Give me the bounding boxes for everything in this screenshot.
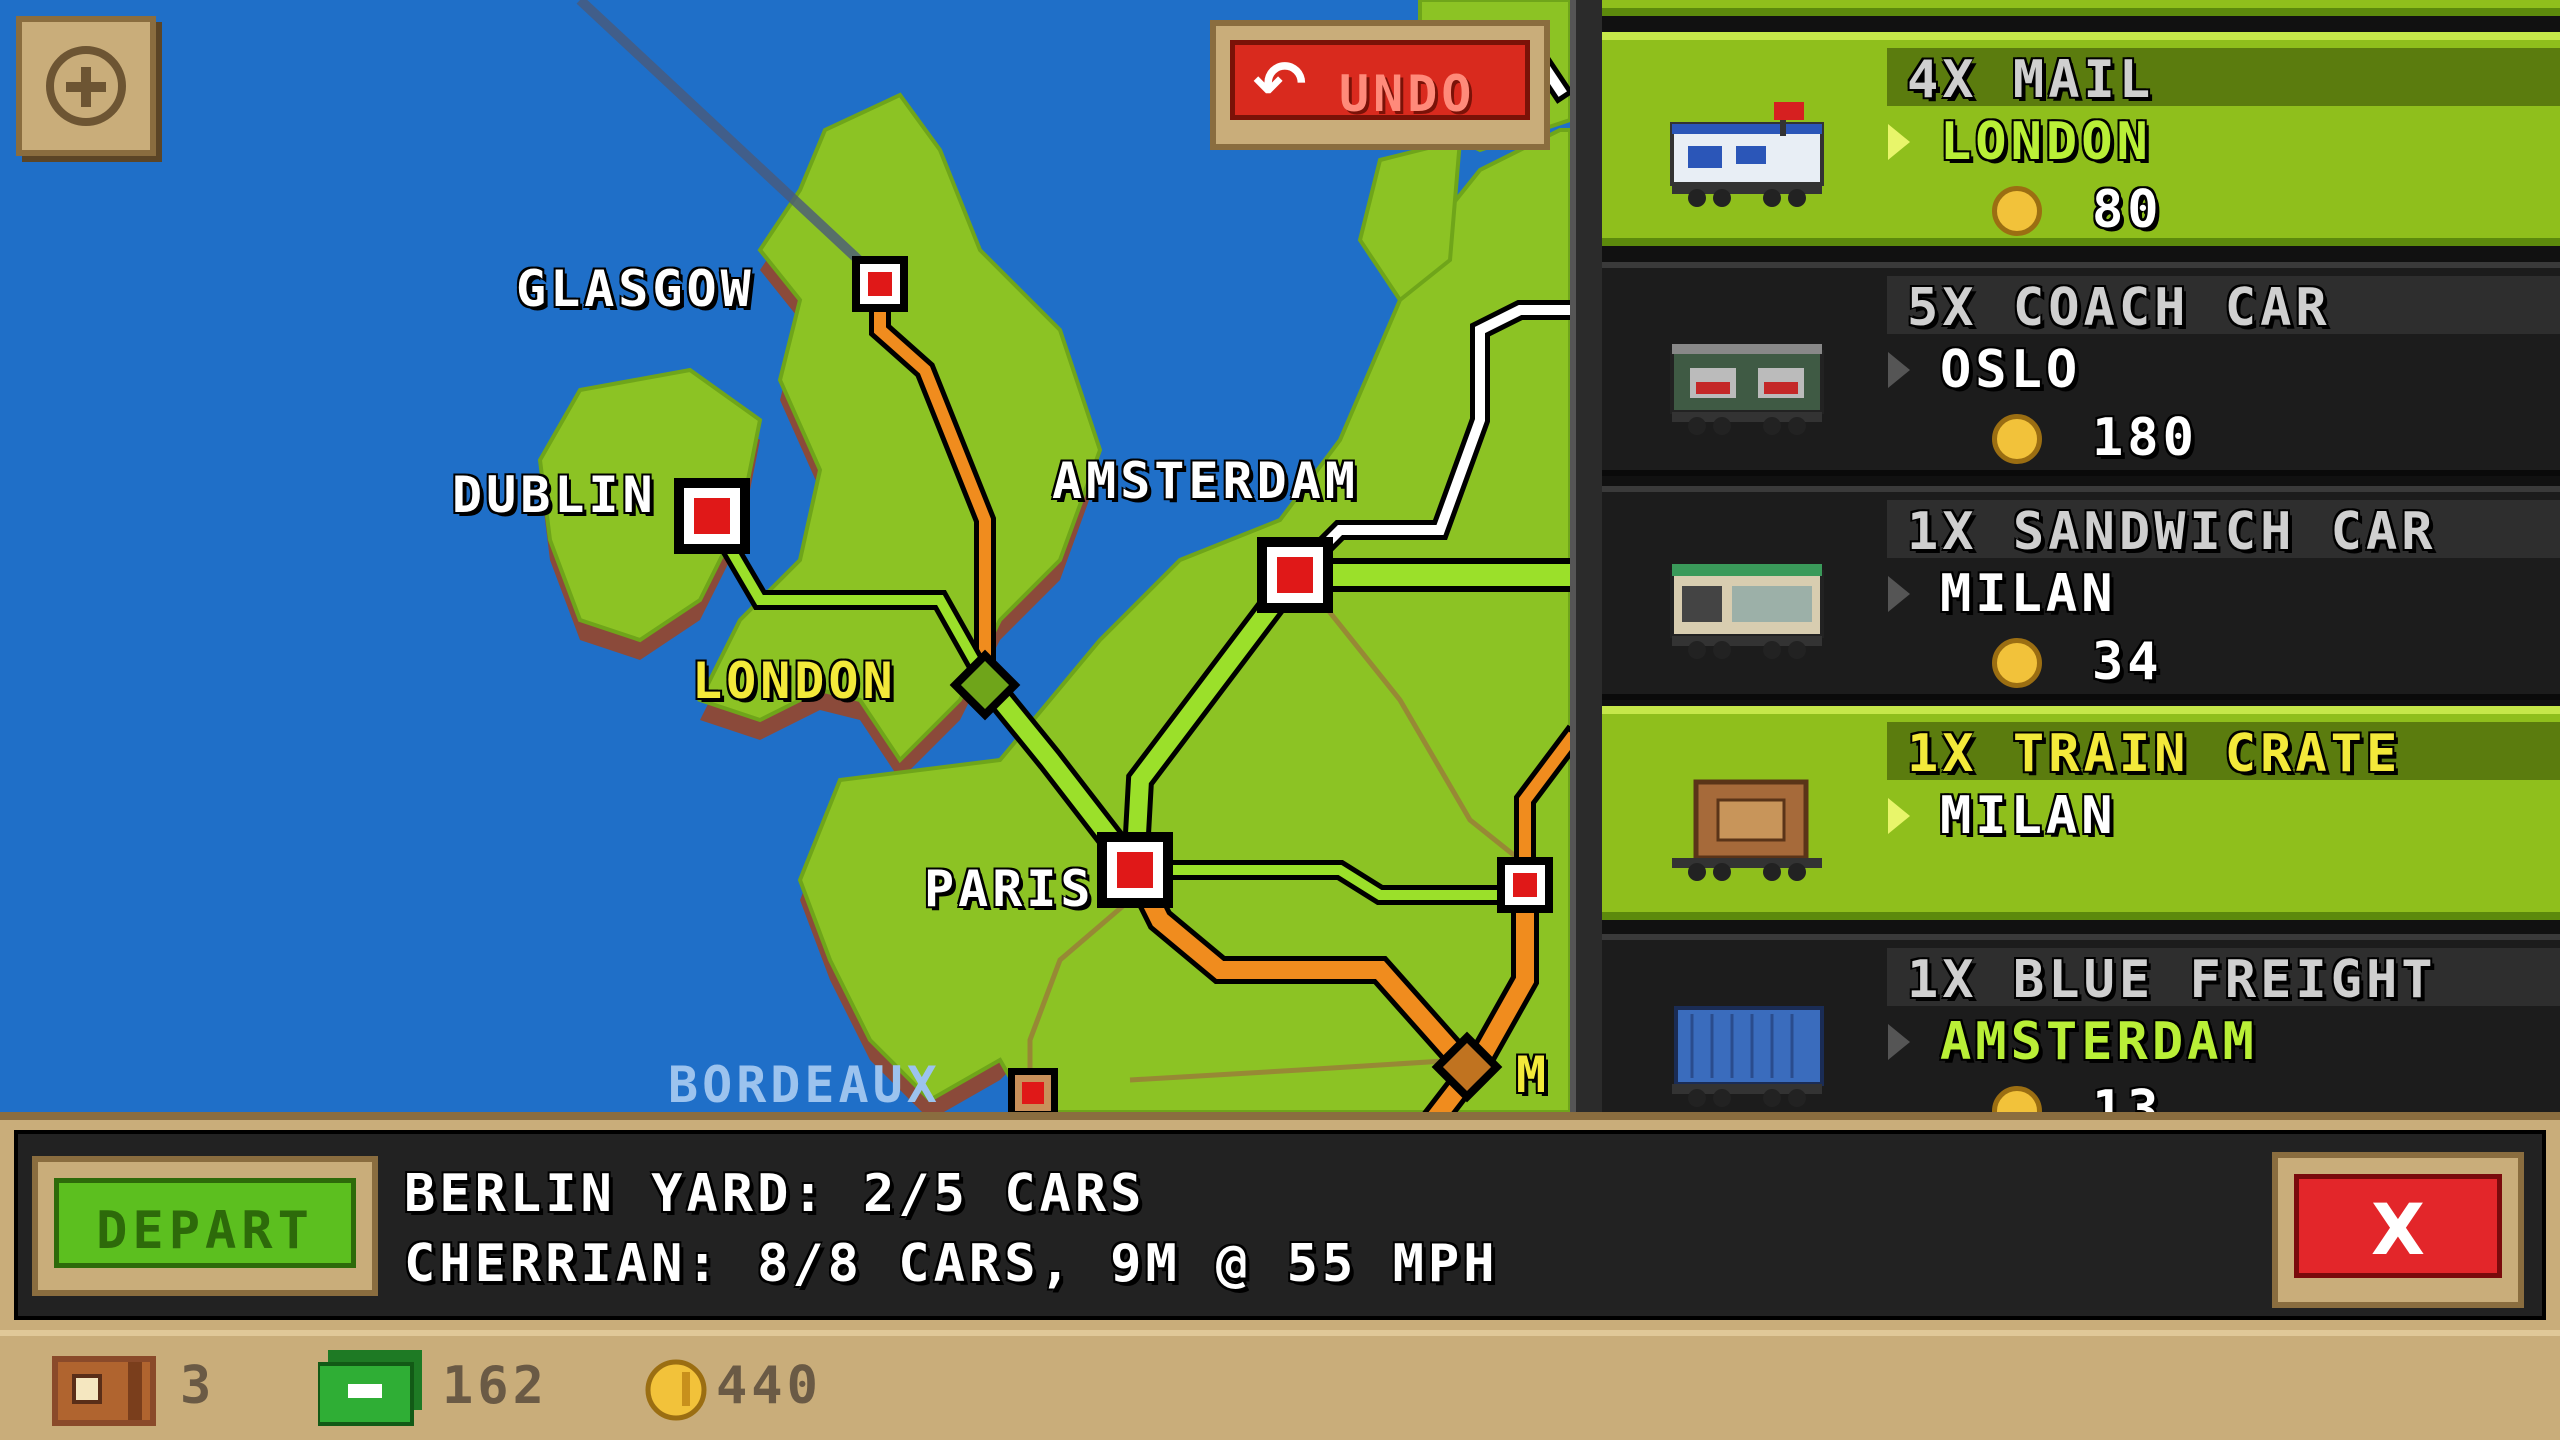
cargo-destination: MILAN	[1940, 564, 2117, 624]
coin-icon	[1992, 638, 2042, 688]
cargo-destination: LONDON	[1940, 112, 2152, 172]
arrow-right-icon	[1888, 798, 1910, 834]
cargo-name: 4X MAIL	[1907, 50, 2155, 110]
depart-button[interactable]: DEPART	[32, 1156, 378, 1296]
blue-freight-icon	[1672, 1006, 1824, 1107]
cargo-item-partial[interactable]	[1602, 0, 2560, 16]
undo-label: UNDO	[1339, 65, 1476, 123]
status-bar: 3 162 440	[0, 1330, 2560, 1440]
station-bordeaux[interactable]	[1008, 1068, 1058, 1112]
sandwich-car-icon	[1670, 564, 1824, 659]
coin-count: 440	[716, 1356, 822, 1416]
close-button[interactable]: X	[2272, 1152, 2524, 1308]
cargo-price: 34	[2092, 632, 2163, 692]
cargo-item-sandwich-car[interactable]: 1X SANDWICH CAR MILAN 34	[1602, 486, 2560, 700]
arrow-right-icon	[1888, 576, 1910, 612]
panel-divider	[1570, 0, 1602, 1112]
arrow-right-icon	[1888, 124, 1910, 160]
map-canvas[interactable]	[0, 0, 1570, 1112]
station-paris[interactable]	[1097, 832, 1173, 908]
cash-count: 162	[442, 1356, 548, 1416]
city-label-m: M	[1516, 1046, 1551, 1104]
coin-icon	[1992, 186, 2042, 236]
city-label-glasgow: GLASGOW	[516, 260, 755, 318]
arrow-right-icon	[1888, 1024, 1910, 1060]
train-info-panel	[0, 1112, 2560, 1330]
cargo-price: 13	[2092, 1080, 2163, 1112]
city-label-bordeaux: BORDEAUX	[668, 1056, 941, 1112]
city-label-paris: PARIS	[924, 860, 1095, 918]
station-east[interactable]	[1497, 857, 1553, 913]
undo-button[interactable]: ↶ UNDO	[1210, 20, 1550, 150]
cargo-price: 80	[2092, 180, 2163, 240]
coin-icon	[1992, 414, 2042, 464]
city-label-amsterdam: AMSTERDAM	[1052, 452, 1359, 510]
cargo-destination: MILAN	[1940, 786, 2117, 846]
train-crate-icon	[1672, 779, 1822, 881]
coin-icon	[645, 1359, 707, 1421]
cargo-name: 1X SANDWICH CAR	[1907, 502, 2437, 562]
station-dublin[interactable]	[674, 478, 750, 554]
cargo-list[interactable]: 4X MAIL LONDON 80 5X COACH CAR OSLO 180	[1602, 0, 2560, 1112]
station-glasgow[interactable]	[852, 256, 908, 312]
cargo-name: 1X BLUE FREIGHT	[1907, 950, 2437, 1010]
undo-arrow-icon: ↶	[1253, 48, 1307, 122]
cargo-item-coach-car[interactable]: 5X COACH CAR OSLO 180	[1602, 262, 2560, 476]
depart-label: DEPART	[96, 1201, 314, 1261]
city-label-dublin: DUBLIN	[452, 466, 657, 524]
mail-car-icon	[1670, 102, 1824, 207]
cash-icon	[318, 1350, 422, 1426]
coin-icon	[1992, 1086, 2042, 1112]
arrow-right-icon	[1888, 352, 1910, 388]
crate-icon	[52, 1356, 156, 1426]
coach-car-icon	[1670, 344, 1824, 435]
cargo-item-blue-freight[interactable]: 1X BLUE FREIGHT AMSTERDAM 13	[1602, 934, 2560, 1112]
cargo-destination: OSLO	[1940, 340, 2082, 400]
cargo-item-train-crate[interactable]: 1X TRAIN CRATE MILAN	[1602, 706, 2560, 920]
train-status-text: CHERRIAN: 8/8 CARS, 9M @ 55 MPH	[404, 1234, 1499, 1294]
yard-status-text: BERLIN YARD: 2/5 CARS	[404, 1164, 1146, 1224]
cargo-name: 5X COACH CAR	[1907, 278, 2331, 338]
cargo-price: 180	[2092, 408, 2198, 468]
station-amsterdam[interactable]	[1257, 537, 1333, 613]
zoom-in-button[interactable]	[16, 16, 156, 156]
close-icon: X	[2371, 1189, 2425, 1271]
city-label-london: LONDON	[692, 652, 897, 710]
cargo-destination: AMSTERDAM	[1940, 1012, 2258, 1072]
crate-count: 3	[180, 1356, 216, 1416]
rail-map[interactable]: GLASGOW DUBLIN AMSTERDAM LONDON PARIS BO…	[0, 0, 1570, 1112]
cargo-item-mail[interactable]: 4X MAIL LONDON 80	[1602, 32, 2560, 246]
cargo-name: 1X TRAIN CRATE	[1907, 724, 2402, 784]
